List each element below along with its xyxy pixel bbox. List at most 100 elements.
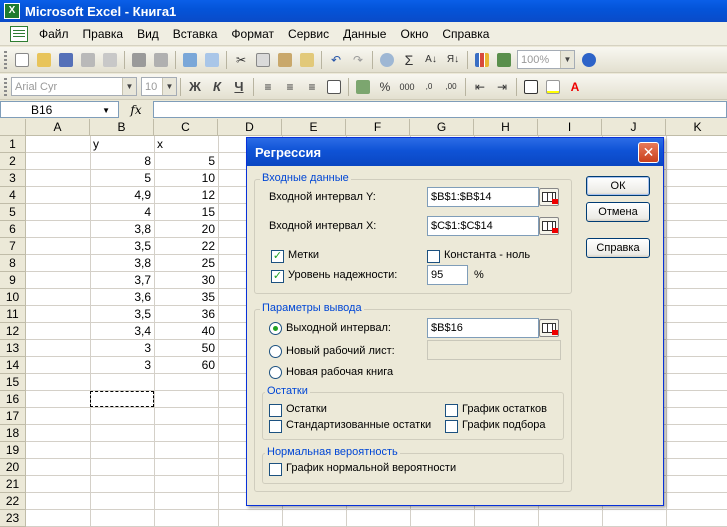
cell-c8[interactable]: 25 — [154, 255, 218, 272]
row-header-4[interactable]: 4 — [0, 187, 26, 204]
row-header-17[interactable]: 17 — [0, 408, 26, 425]
column-header-f[interactable]: F — [346, 119, 410, 136]
column-header-c[interactable]: C — [154, 119, 218, 136]
hyperlink-icon[interactable] — [377, 50, 397, 70]
font-color-icon[interactable]: A — [565, 77, 585, 97]
drawing-icon[interactable] — [494, 50, 514, 70]
column-header-i[interactable]: I — [538, 119, 602, 136]
open-icon[interactable] — [34, 50, 54, 70]
align-left-icon[interactable]: ≡ — [258, 77, 278, 97]
chart-wizard-icon[interactable] — [472, 50, 492, 70]
cell-b11[interactable]: 3,5 — [90, 306, 154, 323]
row-header-19[interactable]: 19 — [0, 442, 26, 459]
cell-c3[interactable]: 10 — [154, 170, 218, 187]
bold-button[interactable]: Ж — [185, 77, 205, 97]
cell-c2[interactable]: 5 — [154, 153, 218, 170]
column-header-j[interactable]: J — [602, 119, 666, 136]
row-header-6[interactable]: 6 — [0, 221, 26, 238]
cancel-button[interactable]: Отмена — [586, 202, 650, 222]
comma-style-icon[interactable]: 000 — [397, 77, 417, 97]
cell-c5[interactable]: 15 — [154, 204, 218, 221]
input-x-field[interactable]: $C$1:$C$14 — [427, 216, 539, 236]
cell-b5[interactable]: 4 — [90, 204, 154, 221]
permission-icon[interactable] — [78, 50, 98, 70]
collapse-dialog-y-button[interactable] — [539, 188, 559, 206]
cell-b14[interactable]: 3 — [90, 357, 154, 374]
excel-app-icon[interactable]: X — [4, 3, 20, 19]
cell-b1[interactable]: y — [90, 136, 154, 153]
menu-insert[interactable]: Вставка — [166, 27, 225, 41]
increase-indent-icon[interactable]: ⇥ — [492, 77, 512, 97]
output-range-radio[interactable] — [269, 322, 282, 335]
chevron-down-icon[interactable]: ▼ — [122, 78, 136, 95]
cell-b7[interactable]: 3,5 — [90, 238, 154, 255]
undo-icon[interactable]: ↶ — [326, 50, 346, 70]
increase-decimal-icon[interactable]: ,0 — [419, 77, 439, 97]
cell-c10[interactable]: 35 — [154, 289, 218, 306]
fill-color-icon[interactable] — [543, 77, 563, 97]
row-header-16[interactable]: 16 — [0, 391, 26, 408]
help-icon[interactable] — [579, 50, 599, 70]
cell-b3[interactable]: 5 — [90, 170, 154, 187]
new-sheet-radio[interactable] — [269, 345, 282, 358]
borders-icon[interactable] — [521, 77, 541, 97]
row-header-22[interactable]: 22 — [0, 493, 26, 510]
italic-button[interactable]: К — [207, 77, 227, 97]
insert-function-icon[interactable]: fx — [119, 103, 153, 117]
new-icon[interactable] — [12, 50, 32, 70]
row-header-11[interactable]: 11 — [0, 306, 26, 323]
row-header-3[interactable]: 3 — [0, 170, 26, 187]
menu-tools[interactable]: Сервис — [281, 27, 336, 41]
toolbar-grip[interactable] — [4, 50, 7, 69]
redo-icon[interactable]: ↷ — [348, 50, 368, 70]
ok-button[interactable]: ОК — [586, 176, 650, 196]
underline-button[interactable]: Ч — [229, 77, 249, 97]
row-header-2[interactable]: 2 — [0, 153, 26, 170]
active-cell-b16[interactable] — [90, 391, 154, 407]
currency-icon[interactable] — [353, 77, 373, 97]
row-header-18[interactable]: 18 — [0, 425, 26, 442]
row-header-9[interactable]: 9 — [0, 272, 26, 289]
row-header-10[interactable]: 10 — [0, 289, 26, 306]
menu-help[interactable]: Справка — [435, 27, 496, 41]
cell-c7[interactable]: 22 — [154, 238, 218, 255]
chevron-down-icon[interactable]: ▼ — [162, 78, 176, 95]
cell-b12[interactable]: 3,4 — [90, 323, 154, 340]
font-name-combo[interactable]: Arial Cyr ▼ — [11, 77, 137, 96]
row-header-13[interactable]: 13 — [0, 340, 26, 357]
zoom-combo[interactable]: 100% ▼ — [517, 50, 575, 69]
menu-window[interactable]: Окно — [393, 27, 435, 41]
cell-c9[interactable]: 30 — [154, 272, 218, 289]
cell-c14[interactable]: 60 — [154, 357, 218, 374]
collapse-dialog-output-button[interactable] — [539, 319, 559, 337]
row-header-23[interactable]: 23 — [0, 510, 26, 527]
cell-c11[interactable]: 36 — [154, 306, 218, 323]
column-header-k[interactable]: K — [666, 119, 727, 136]
residual-plot-checkbox[interactable] — [445, 404, 458, 417]
row-header-1[interactable]: 1 — [0, 136, 26, 153]
cell-c13[interactable]: 50 — [154, 340, 218, 357]
close-icon[interactable]: ✕ — [638, 142, 659, 163]
cell-c4[interactable]: 12 — [154, 187, 218, 204]
row-header-5[interactable]: 5 — [0, 204, 26, 221]
decrease-indent-icon[interactable]: ⇤ — [470, 77, 490, 97]
align-right-icon[interactable]: ≡ — [302, 77, 322, 97]
new-sheet-field[interactable] — [427, 340, 561, 360]
cell-b13[interactable]: 3 — [90, 340, 154, 357]
cell-b10[interactable]: 3,6 — [90, 289, 154, 306]
help-button[interactable]: Справка — [586, 238, 650, 258]
column-header-g[interactable]: G — [410, 119, 474, 136]
column-header-d[interactable]: D — [218, 119, 282, 136]
decrease-decimal-icon[interactable]: ,00 — [441, 77, 461, 97]
confidence-checkbox[interactable]: ✓ — [271, 270, 284, 283]
sort-descending-icon[interactable]: Я↓ — [443, 50, 463, 70]
labels-checkbox[interactable]: ✓ — [271, 250, 284, 263]
column-header-h[interactable]: H — [474, 119, 538, 136]
column-header-e[interactable]: E — [282, 119, 346, 136]
input-y-field[interactable]: $B$1:$B$14 — [427, 187, 539, 207]
print-preview-icon[interactable] — [151, 50, 171, 70]
toolbar-grip[interactable] — [4, 77, 7, 96]
save-icon[interactable] — [56, 50, 76, 70]
cell-b6[interactable]: 3,8 — [90, 221, 154, 238]
cell-b2[interactable]: 8 — [90, 153, 154, 170]
